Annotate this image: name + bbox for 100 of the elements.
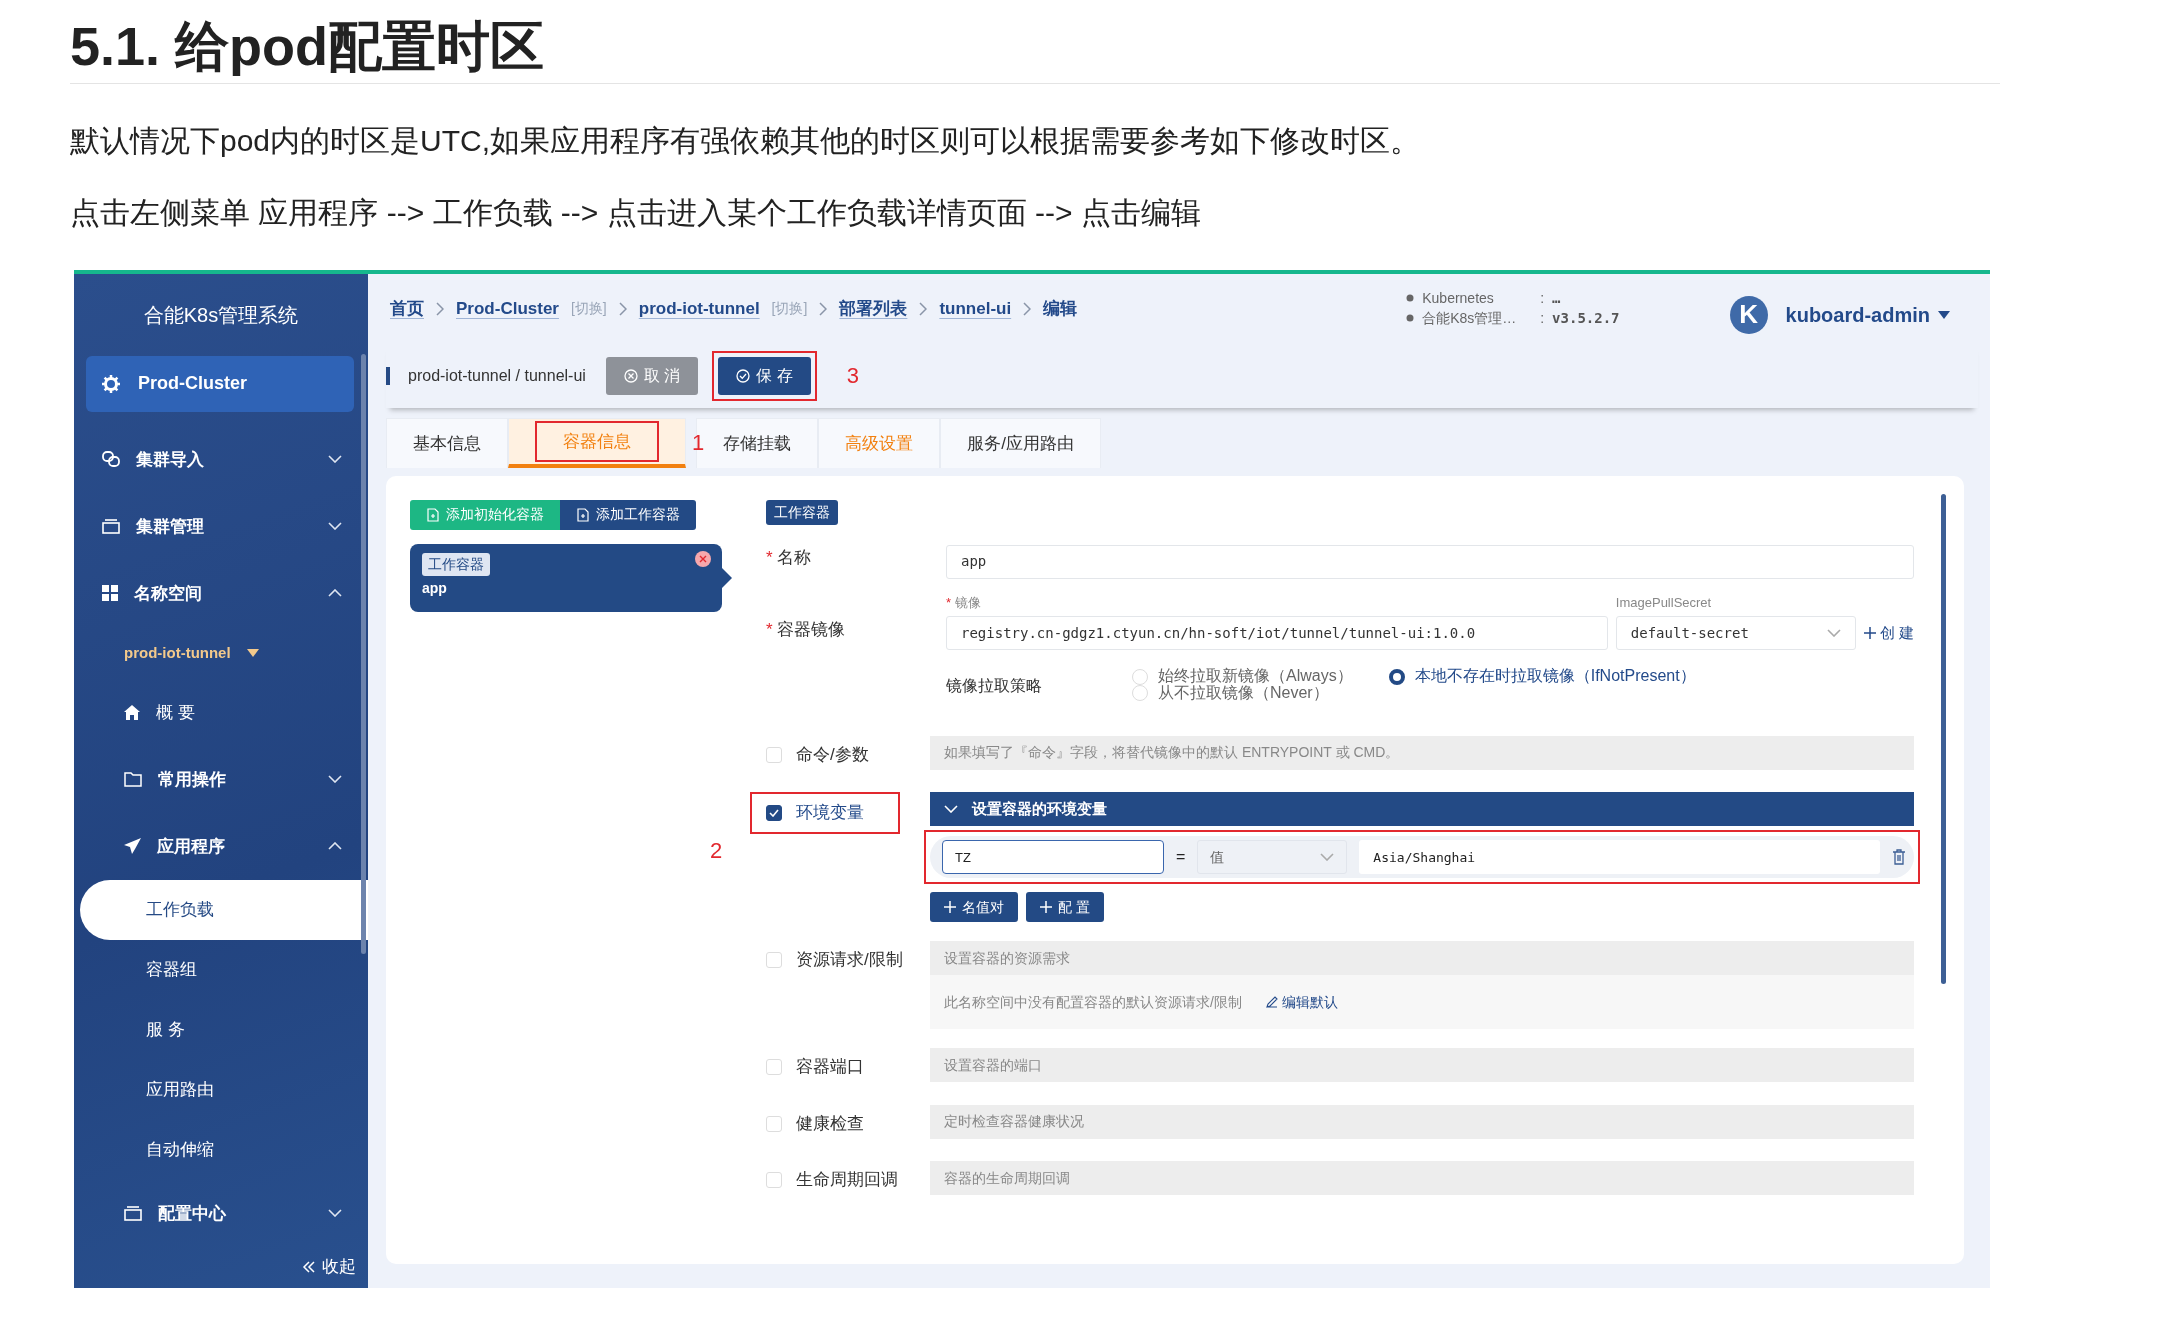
image-field[interactable]: registry.cn-gdgz1.ctyun.cn/hn-soft/iot/tunnel/tunnel-ui:1.0.0	[946, 616, 1608, 651]
field-label: 镜像	[955, 593, 982, 612]
breadcrumb-current: 编辑	[1043, 297, 1078, 320]
menu-item[interactable]: 容器组	[74, 939, 368, 1000]
menu-item[interactable]: 名称空间	[74, 559, 368, 627]
breadcrumb-link[interactable]: prod-iot-tunnel	[638, 295, 760, 322]
file-plus-icon	[576, 507, 590, 522]
chevron-right-icon	[1023, 301, 1032, 316]
chevron-right-icon	[919, 301, 928, 316]
section-tag: 工作容器	[766, 499, 838, 525]
bullet-icon	[1406, 314, 1415, 323]
scrollbar[interactable]	[361, 353, 366, 954]
plus-icon	[944, 901, 956, 914]
add-container-button[interactable]: 添加工作容器	[560, 499, 696, 530]
menu-item[interactable]: 应用程序	[74, 812, 368, 880]
tab[interactable]: 服务/应用路由	[940, 417, 1101, 468]
page-heading: 5.1. 给pod配置时区	[70, 14, 2000, 84]
breadcrumb-link[interactable]: Prod-Cluster	[456, 295, 559, 322]
cluster-button[interactable]: Prod-Cluster	[86, 355, 354, 412]
resource-path: prod-iot-tunnel / tunnel-ui	[386, 366, 586, 385]
tray-icon	[124, 1205, 142, 1222]
menu-item[interactable]: 集群导入	[74, 425, 368, 493]
chevron-right-icon	[819, 301, 828, 316]
env-name-field[interactable]: TZ	[942, 840, 1164, 875]
grid-icon	[102, 585, 118, 602]
folder-icon	[124, 771, 142, 787]
breadcrumb-link[interactable]: 部署列表	[839, 295, 908, 322]
required-mark: *	[946, 593, 952, 612]
checkbox-option[interactable]: 资源请求/限制	[750, 941, 930, 979]
section-summary: 容器的生命周期回调	[930, 1161, 1914, 1196]
section-summary: 如果填写了『命令』字段，将替代镜像中的默认 ENTRYPOINT 或 CMD。	[930, 735, 1914, 770]
field-label: 名称	[776, 546, 811, 569]
scrollbar[interactable]	[1941, 493, 1946, 984]
edit-defaults-link[interactable]: 编辑默认	[1265, 991, 1338, 1013]
paper-plane-icon	[124, 838, 141, 855]
version-value: …	[1552, 288, 1561, 308]
caret-down-icon	[246, 648, 259, 657]
menu-item[interactable]: 概 要	[74, 678, 368, 746]
section-summary: 设置容器的资源需求	[930, 941, 1914, 976]
trash-icon[interactable]	[1892, 849, 1906, 866]
create-link[interactable]: 创 建	[1863, 616, 1914, 651]
namespace-selector[interactable]: prod-iot-tunnel	[74, 626, 368, 679]
panel-header[interactable]: 设置容器的环境变量	[930, 792, 1914, 827]
chevron-down-icon	[1826, 629, 1841, 638]
name-field[interactable]: app	[946, 544, 1914, 579]
radio-option[interactable]: 从不拉取镜像（Never）	[1132, 685, 1353, 702]
chevron-right-icon	[618, 301, 627, 316]
caret-down-icon	[1938, 310, 1950, 319]
close-icon	[694, 549, 712, 568]
field-label: 镜像拉取策略	[946, 676, 1042, 697]
checkbox-option[interactable]: 健康检查	[750, 1104, 930, 1143]
double-chevron-left-icon	[302, 1261, 316, 1274]
add-button[interactable]: 名值对	[930, 892, 1018, 923]
pencil-icon	[1265, 996, 1278, 1009]
close-circle-icon	[623, 368, 638, 383]
annotation-number: 3	[846, 364, 860, 387]
secret-select[interactable]: default-secret	[1615, 616, 1856, 651]
user-name[interactable]: kuboard-admin	[1785, 299, 1930, 330]
checkbox-option[interactable]: 容器端口	[750, 1048, 930, 1086]
version-value: v3.5.2.7	[1552, 309, 1620, 329]
menu-item[interactable]: 配置中心	[74, 1179, 368, 1247]
collapse-button[interactable]: 收起	[74, 1254, 368, 1288]
save-button[interactable]: 保 存	[718, 356, 811, 395]
value-type-select[interactable]: 值	[1197, 840, 1348, 875]
menu-item[interactable]: 工作负载	[80, 879, 368, 940]
radio-option[interactable]: 始终拉取新镜像（Always）	[1132, 668, 1353, 686]
home-icon	[124, 704, 140, 720]
field-label: 容器镜像	[776, 618, 845, 641]
env-value-field[interactable]: Asia/Shanghai	[1359, 840, 1880, 875]
pointer-icon	[722, 567, 732, 588]
file-plus-icon	[426, 507, 440, 522]
section-summary: 设置容器的端口	[930, 1048, 1914, 1083]
version-name: Kubernetes	[1422, 288, 1495, 308]
breadcrumb-link[interactable]: tunnel-ui	[939, 295, 1012, 322]
container-name: app	[422, 578, 448, 598]
annotation-number: 2	[710, 840, 723, 863]
field-label: ImagePullSecret	[1615, 593, 1713, 612]
menu-item[interactable]: 常用操作	[74, 745, 368, 813]
plus-icon	[1040, 901, 1052, 914]
menu-item[interactable]: 自动伸缩	[74, 1119, 368, 1180]
breadcrumb-link[interactable]: 首页	[390, 295, 424, 322]
user-avatar[interactable]: K	[1729, 295, 1768, 334]
radio-option[interactable]: 本地不存在时拉取镜像（IfNotPresent）	[1388, 668, 1696, 686]
checkbox-icon[interactable]	[766, 805, 782, 822]
tab[interactable]: 基本信息	[386, 417, 508, 468]
separator: :	[1540, 288, 1545, 308]
link-icon	[102, 450, 120, 469]
checkbox-option[interactable]: 环境变量	[750, 792, 900, 834]
menu-item[interactable]: 集群管理	[74, 492, 368, 560]
menu-item[interactable]: 应用路由	[74, 1059, 368, 1120]
chevron-down-icon	[944, 805, 958, 814]
paragraph: 点击左侧菜单 应用程序 --> 工作负载 --> 点击进入某个工作负载详情页面 --> 点击编辑	[70, 194, 1202, 231]
menu-item[interactable]: 服 务	[74, 999, 368, 1060]
plus-icon	[1863, 627, 1876, 640]
bullet-icon	[1406, 293, 1415, 302]
remove-button[interactable]	[694, 549, 712, 568]
required-mark: *	[766, 618, 773, 641]
checkbox-option[interactable]: 命令/参数	[750, 735, 930, 774]
add-button[interactable]: 配 置	[1026, 892, 1104, 923]
checkbox-option[interactable]: 生命周期回调	[750, 1161, 930, 1199]
